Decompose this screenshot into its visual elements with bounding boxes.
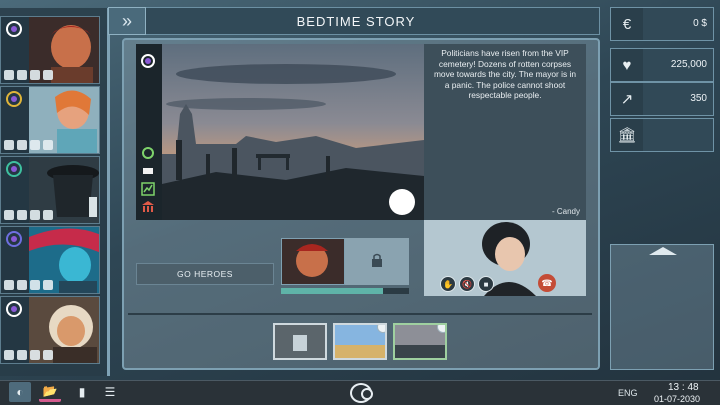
mission-title: BEDTIME STORY xyxy=(296,13,416,29)
hero-class-badge xyxy=(6,301,22,317)
arrow-up-icon[interactable] xyxy=(649,247,677,255)
alert-icon xyxy=(30,210,40,220)
video-icon[interactable]: ■ xyxy=(478,276,494,292)
hero-card-4[interactable] xyxy=(0,226,100,294)
mission-header: BEDTIME STORY xyxy=(112,7,600,35)
hand-icon[interactable]: ✋ xyxy=(440,276,456,292)
double-chevron-right-icon[interactable]: » xyxy=(108,7,146,35)
shield-icon xyxy=(43,280,53,290)
likes-icon: ♥ xyxy=(611,49,643,81)
scene-thumbnail-1[interactable] xyxy=(273,323,327,360)
scene-thumbnail-3[interactable] xyxy=(393,323,447,360)
cemetery-illustration xyxy=(136,44,424,220)
alert-icon xyxy=(30,350,40,360)
reputation-value: 350 xyxy=(690,93,707,104)
empty-hero-slot[interactable] xyxy=(345,238,409,285)
hero-stat-icons xyxy=(4,70,53,80)
fist-icon xyxy=(4,70,14,80)
building-icon xyxy=(4,280,14,290)
lock-icon xyxy=(372,253,382,267)
story-text: Politicians have risen from the VIP ceme… xyxy=(433,48,577,100)
caller-panel: ✋ 🔇 ■ ☎ xyxy=(424,220,586,296)
shield-icon xyxy=(43,350,53,360)
scene-sidebar xyxy=(136,44,162,220)
assigned-hero-portrait xyxy=(282,239,344,284)
refresh-icon xyxy=(142,147,154,159)
followers-value: 225,000 xyxy=(670,59,707,70)
close-icon[interactable] xyxy=(437,325,445,333)
hero-stat-icons xyxy=(4,280,53,290)
clock-date: 01-07-2030 xyxy=(654,394,701,404)
hero-stat-icons xyxy=(4,210,53,220)
chart-icon xyxy=(141,182,155,196)
mission-scene xyxy=(136,44,424,220)
money-stat: € 0 $ xyxy=(610,7,714,41)
sparkle-icon xyxy=(17,140,27,150)
game-logo-icon[interactable] xyxy=(350,383,373,403)
handshake-icon xyxy=(143,168,153,174)
sparkle-icon xyxy=(17,210,27,220)
hero-card-1[interactable] xyxy=(0,16,100,84)
folder-icon[interactable]: 📂 xyxy=(39,382,61,402)
hero-class-badge xyxy=(6,231,22,247)
building-icon xyxy=(4,140,14,150)
chart-icon: ↗ xyxy=(611,83,643,115)
shield-icon xyxy=(43,210,53,220)
language-indicator[interactable]: ENG xyxy=(618,388,638,398)
sparkle-icon xyxy=(17,70,27,80)
hero-card-5[interactable] xyxy=(0,296,100,364)
wings-icon xyxy=(4,210,14,220)
hero-card-2[interactable] xyxy=(0,86,100,154)
divider xyxy=(128,313,592,315)
clipboard-icon[interactable]: ☰ xyxy=(99,382,121,402)
hero-class-badge xyxy=(6,161,22,177)
hero-class-badge xyxy=(6,91,22,107)
hero-class-icon xyxy=(141,54,155,68)
hero-card-3[interactable] xyxy=(0,156,100,224)
hero-class-badge xyxy=(6,21,22,37)
hang-up-icon[interactable]: ☎ xyxy=(538,274,556,292)
globe-icon[interactable]: ◐ xyxy=(9,382,31,402)
story-panel: Politicians have risen from the VIP ceme… xyxy=(424,44,586,220)
bank-icon: 🏛 xyxy=(611,119,643,151)
alert-icon xyxy=(30,280,40,290)
scene-thumbnail-image xyxy=(275,325,325,358)
sparkle-icon xyxy=(17,280,27,290)
fist-icon xyxy=(4,350,14,360)
followers-stat: ♥ 225,000 xyxy=(610,48,714,82)
mute-icon[interactable]: 🔇 xyxy=(459,276,475,292)
hero-stat-icons xyxy=(4,350,53,360)
mission-progress-bar xyxy=(281,288,409,294)
document-icon[interactable]: ▮ xyxy=(71,382,93,402)
mission-progress-fill xyxy=(281,288,384,294)
side-panel xyxy=(610,244,714,370)
close-icon[interactable] xyxy=(377,325,385,333)
hero-stat-icons xyxy=(4,140,53,150)
story-signature: - Candy xyxy=(551,207,580,216)
call-controls: ✋ 🔇 ■ xyxy=(440,276,494,292)
alert-icon xyxy=(30,140,40,150)
city-stat: 🏛 xyxy=(610,118,714,152)
shield-icon xyxy=(43,70,53,80)
money-value: 0 $ xyxy=(693,18,707,29)
alert-icon xyxy=(30,70,40,80)
clock-time: 13 : 48 xyxy=(668,382,699,393)
assigned-hero-slot[interactable] xyxy=(281,238,345,285)
scene-thumbnail-2[interactable] xyxy=(333,323,387,360)
reputation-stat: ↗ 350 xyxy=(610,82,714,116)
go-heroes-button[interactable]: GO HEROES xyxy=(136,263,274,285)
hero-roster xyxy=(0,8,110,376)
sparkle-icon xyxy=(17,350,27,360)
bank-icon xyxy=(142,201,154,212)
coin-icon: € xyxy=(611,8,643,40)
shield-icon xyxy=(43,140,53,150)
